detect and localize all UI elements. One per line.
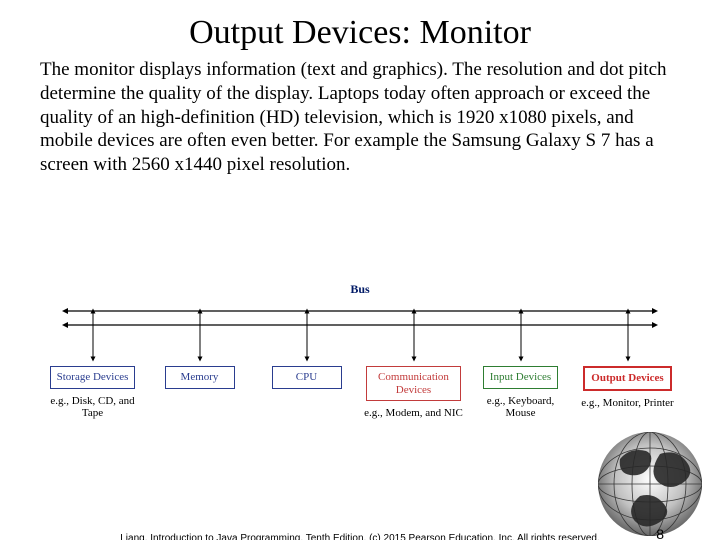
page-number: 8	[656, 526, 664, 540]
node-caption: e.g., Keyboard, Mouse	[471, 395, 571, 420]
bus-node: CPU	[259, 366, 354, 420]
node-caption: e.g., Disk, CD, and Tape	[43, 395, 143, 420]
bus-node: Storage Devices e.g., Disk, CD, and Tape	[45, 366, 140, 420]
bus-node: Communication Devices e.g., Modem, and N…	[366, 366, 461, 420]
node-box-input: Input Devices	[483, 366, 558, 389]
slide: Output Devices: Monitor The monitor disp…	[0, 14, 720, 540]
bus-label: Bus	[45, 282, 675, 297]
bus-node: Input Devices e.g., Keyboard, Mouse	[473, 366, 568, 420]
slide-footer: Liang, Introduction to Java Programming,…	[0, 533, 720, 540]
bus-node: Output Devices e.g., Monitor, Printer	[580, 366, 675, 420]
node-caption: e.g., Monitor, Printer	[578, 397, 678, 410]
slide-title: Output Devices: Monitor	[0, 14, 720, 52]
slide-body: The monitor displays information (text a…	[40, 58, 680, 177]
node-box-output: Output Devices	[583, 366, 671, 391]
bus-nodes-row: Storage Devices e.g., Disk, CD, and Tape…	[45, 366, 675, 420]
node-box-communication: Communication Devices	[366, 366, 461, 401]
node-box-storage: Storage Devices	[50, 366, 136, 389]
bus-diagram: Bus Storage Devices e.g., Disk, CD, and …	[45, 282, 675, 420]
globe-icon	[590, 424, 710, 540]
bus-node: Memory	[152, 366, 247, 420]
node-caption: e.g., Modem, and NIC	[364, 407, 464, 420]
node-box-cpu: CPU	[272, 366, 342, 389]
node-box-memory: Memory	[165, 366, 235, 389]
bus-lines-svg	[45, 301, 675, 363]
